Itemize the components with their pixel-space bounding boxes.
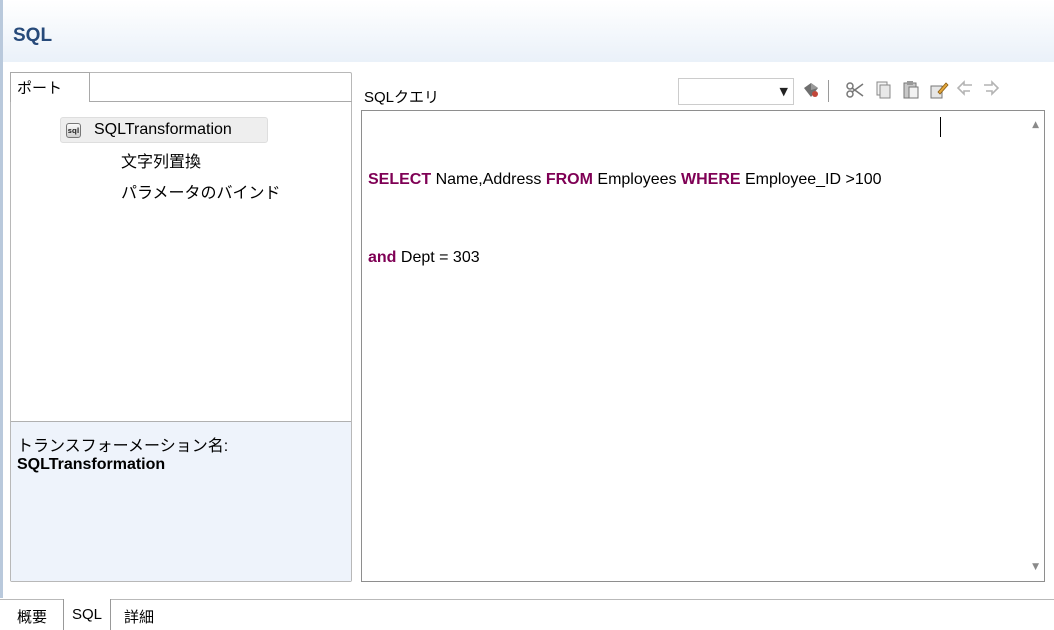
tab-ports[interactable]: ポート — [10, 72, 90, 102]
editor-header: SQL — [0, 0, 1054, 62]
transformation-info-pane: トランスフォーメーション名: SQLTransformation — [11, 421, 351, 581]
scroll-down-icon[interactable]: ▼ — [1032, 562, 1039, 572]
sql-text: Employee_ID >100 — [740, 171, 882, 188]
chevron-down-icon: ▼ — [779, 85, 788, 98]
sql-keyword: SELECT — [368, 171, 432, 188]
tree-item-sqltransformation[interactable]: sql SQLTransformation — [60, 117, 268, 143]
text-caret — [940, 117, 941, 137]
transformation-name-value: SQLTransformation — [17, 456, 166, 473]
paste-icon[interactable] — [900, 80, 922, 102]
transformation-name-label: トランスフォーメーション名: — [17, 438, 229, 455]
tab-overview[interactable]: 概要 — [0, 599, 64, 630]
code-line-1: SELECT Name,Address FROM Employees WHERE… — [368, 167, 882, 193]
copy-icon[interactable] — [872, 80, 894, 102]
tree-item-label: SQLTransformation — [94, 121, 232, 138]
tab-sql[interactable]: SQL — [63, 599, 111, 630]
sql-query-editor[interactable]: SELECT Name,Address FROM Employees WHERE… — [361, 110, 1045, 582]
code-line-2: and Dept = 303 — [368, 245, 882, 271]
tab-details[interactable]: 詳細 — [111, 599, 167, 630]
tab-divider — [89, 101, 352, 102]
sql-text: Name,Address — [431, 171, 546, 188]
sql-keyword: and — [368, 249, 397, 266]
tree-item-string-substitution[interactable]: 文字列置換 — [121, 148, 201, 172]
left-border — [0, 62, 3, 598]
sql-keyword: WHERE — [681, 171, 741, 188]
redo-icon[interactable] — [980, 80, 1002, 102]
format-icon[interactable] — [928, 80, 950, 102]
scroll-up-icon[interactable]: ▲ — [1032, 120, 1039, 130]
cut-icon[interactable] — [844, 80, 866, 102]
validate-icon[interactable] — [800, 80, 822, 102]
undo-icon[interactable] — [954, 80, 976, 102]
sql-keyword: FROM — [545, 171, 593, 188]
sql-text: Dept = 303 — [396, 249, 480, 266]
sql-icon: sql — [66, 123, 81, 138]
query-type-dropdown[interactable]: ▼ — [678, 78, 794, 105]
toolbar-separator — [828, 80, 829, 102]
page-title: SQL — [13, 25, 53, 46]
sql-code: SELECT Name,Address FROM Employees WHERE… — [368, 115, 882, 323]
sql-query-label: SQLクエリ — [364, 89, 440, 106]
sql-text: Employees — [592, 171, 681, 188]
editor-scrollbar[interactable]: ▲ ▼ — [1025, 111, 1044, 581]
tree-item-parameter-binding[interactable]: パラメータのバインド — [121, 179, 281, 203]
ports-panel: ポート sql SQLTransformation 文字列置換 パラメータのバイ… — [10, 72, 352, 582]
